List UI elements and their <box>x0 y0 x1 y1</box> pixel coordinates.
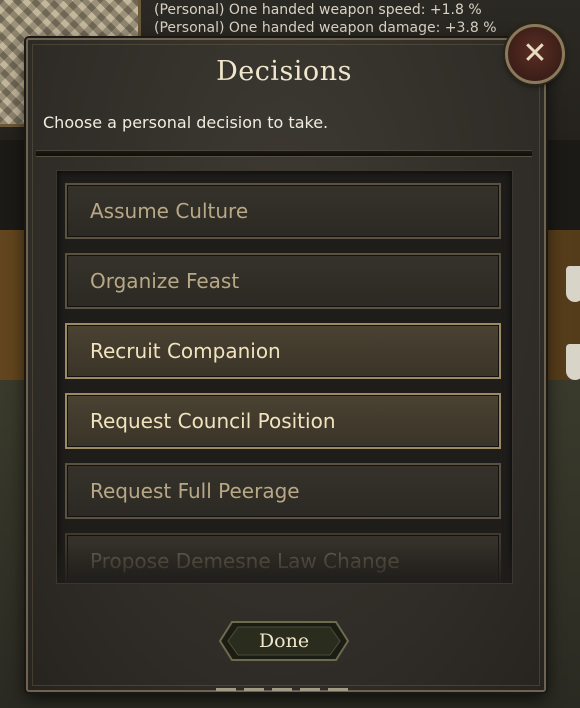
shield-icon <box>566 266 580 302</box>
decision-list[interactable]: Assume Culture Organize Feast Recruit Co… <box>56 170 513 584</box>
page-dot[interactable] <box>300 688 320 691</box>
done-label: Done <box>258 630 310 652</box>
divider <box>36 150 532 157</box>
page-dot[interactable] <box>244 688 264 691</box>
perk-line: (Personal) One handed weapon speed: +1.8… <box>154 2 482 18</box>
dialog-title: Decisions <box>216 56 352 87</box>
perk-line: (Personal) One handed weapon damage: +3.… <box>154 20 497 36</box>
decision-organize-feast[interactable]: Organize Feast <box>65 253 501 309</box>
close-button[interactable]: ✕ <box>505 24 565 84</box>
shield-icon <box>566 344 580 380</box>
decision-propose-demesne-law-change[interactable]: Propose Demesne Law Change <box>65 533 501 583</box>
decision-assume-culture[interactable]: Assume Culture <box>65 183 501 239</box>
page-dot[interactable] <box>328 688 348 691</box>
page-dot[interactable] <box>272 688 292 691</box>
dialog-subtitle: Choose a personal decision to take. <box>43 113 329 132</box>
decision-recruit-companion[interactable]: Recruit Companion <box>65 323 501 379</box>
decision-request-full-peerage[interactable]: Request Full Peerage <box>65 463 501 519</box>
done-button[interactable]: Done <box>218 618 350 664</box>
decision-request-council-position[interactable]: Request Council Position <box>65 393 501 449</box>
page-indicator <box>216 688 348 692</box>
close-icon: ✕ <box>522 36 548 71</box>
page-dot[interactable] <box>216 688 236 691</box>
